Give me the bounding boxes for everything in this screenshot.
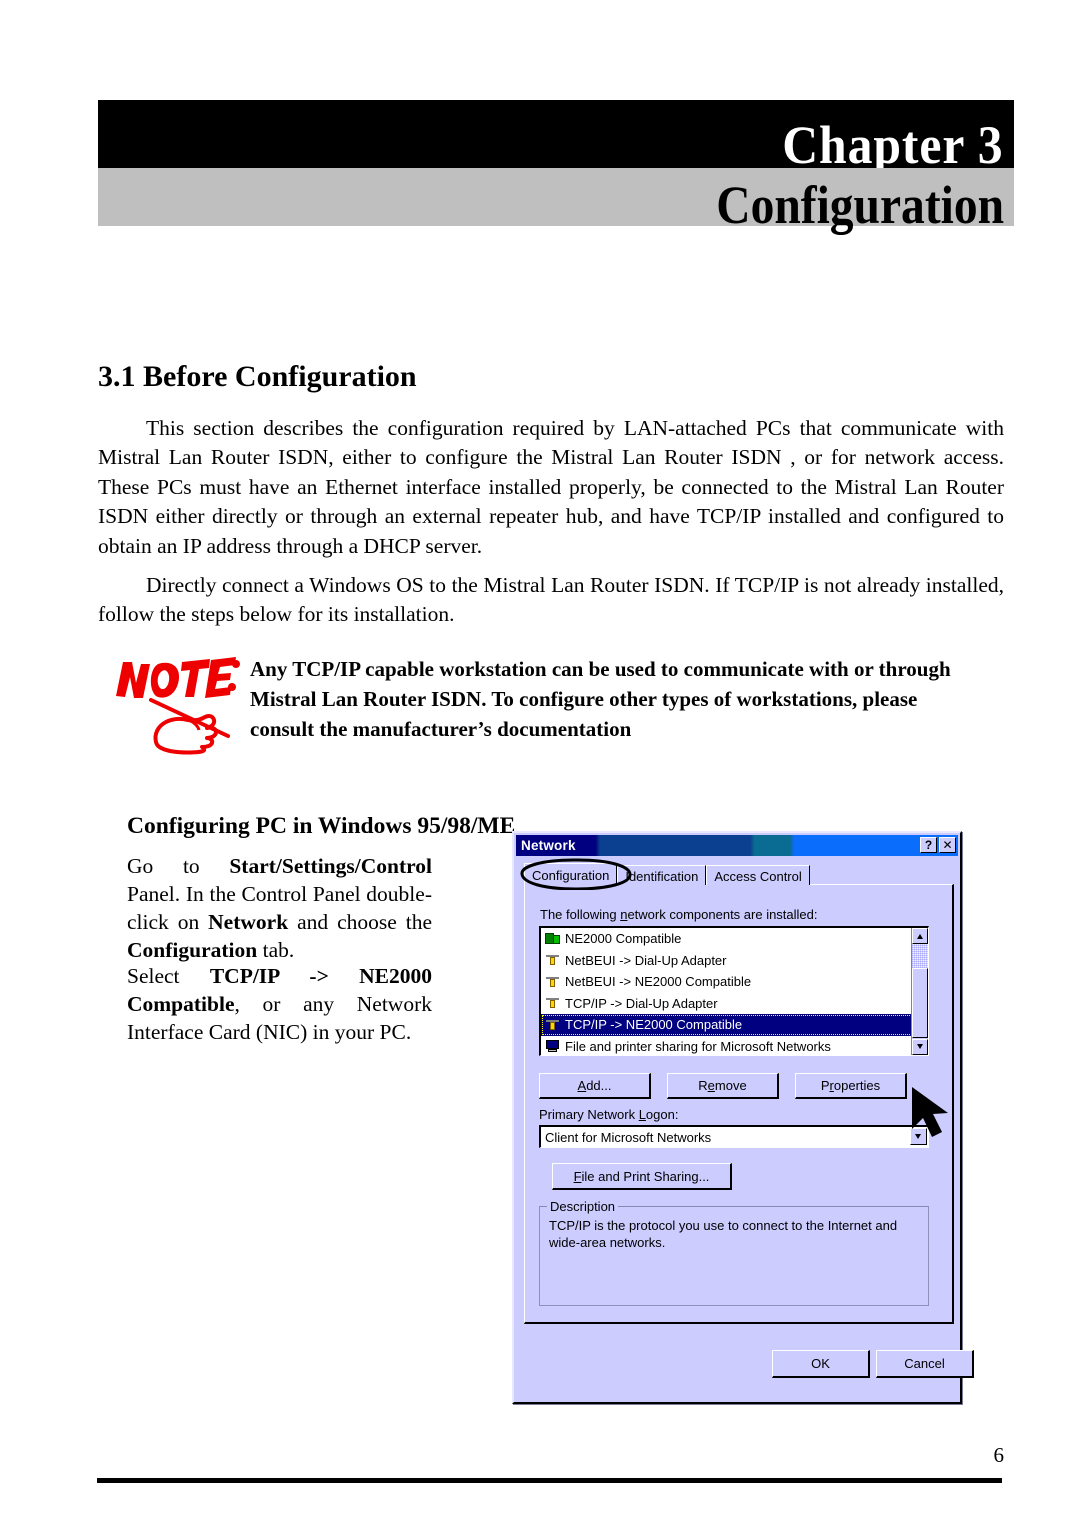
logon-label-pre: Primary Network — [539, 1107, 639, 1122]
emphasis-text: Configuration — [127, 937, 258, 962]
body-paragraph: Directly connect a Windows OS to the Mis… — [98, 572, 1004, 627]
file-print-sharing-button[interactable]: File and Print Sharing... — [552, 1163, 732, 1190]
body-paragraph: This section describes the configuration… — [98, 415, 1004, 558]
dialog-titlebar[interactable]: Network ? ✕ — [516, 835, 958, 856]
page-number: 6 — [993, 1443, 1005, 1467]
tab-access-control[interactable]: Access Control — [706, 865, 810, 885]
primary-logon-value: Client for Microsoft Networks — [545, 1129, 712, 1145]
list-item[interactable]: NetBEUI -> NE2000 Compatible — [541, 971, 913, 993]
network-card-icon — [544, 931, 561, 947]
list-item[interactable]: TCP/IP -> Dial-Up Adapter — [541, 993, 913, 1015]
list-item-label: NetBEUI -> Dial-Up Adapter — [565, 952, 727, 968]
plain-text: Go to — [127, 853, 230, 878]
plain-text: Select — [127, 963, 210, 988]
properties-button[interactable]: Properties — [795, 1073, 907, 1099]
network-dialog: Network ? ✕ Configuration Identification… — [512, 831, 974, 1404]
primary-logon-combobox[interactable]: Client for Microsoft Networks — [539, 1125, 929, 1148]
remove-button[interactable]: Remove — [667, 1073, 779, 1099]
step-paragraph: Go to Start/Settings/Control Panel. In t… — [127, 852, 432, 964]
protocol-icon — [544, 1017, 561, 1033]
close-icon[interactable]: ✕ — [939, 837, 956, 853]
list-item-label: TCP/IP -> NE2000 Compatible — [565, 1017, 743, 1033]
dialog-tabs: Configuration Identification Access Cont… — [524, 863, 810, 885]
add-button[interactable]: Add... — [539, 1073, 651, 1099]
cancel-button[interactable]: Cancel — [876, 1350, 974, 1378]
fps-accesskey: F — [573, 1168, 582, 1184]
protocol-icon — [544, 974, 561, 990]
remove-label-pre: R — [698, 1078, 708, 1093]
fps-label-post: ile and Print Sharing... — [581, 1168, 710, 1184]
add-label-post: dd... — [586, 1078, 612, 1093]
protocol-icon — [544, 995, 561, 1011]
step-paragraph: Select TCP/IP -> NE2000 Compatible, or a… — [127, 962, 432, 1046]
scrollbar-track[interactable] — [912, 944, 928, 968]
remove-accesskey: e — [707, 1078, 715, 1093]
section-heading: 3.1 Before Configuration — [98, 359, 417, 393]
scrollbar-thumb[interactable] — [912, 968, 928, 1038]
plain-text: tab. — [257, 937, 295, 962]
list-item-label: NetBEUI -> NE2000 Compatible — [565, 974, 752, 990]
list-item-label: NE2000 Compatible — [565, 931, 682, 947]
chapter-number-band: Chapter 3 — [98, 100, 1014, 172]
help-icon[interactable]: ? — [920, 837, 937, 853]
chapter-banner: Chapter 3 Configuration — [98, 100, 1014, 232]
properties-label-pre: P — [820, 1078, 830, 1093]
chapter-title: Configuration — [716, 175, 1004, 235]
note-line: Any TCP/IP capable workstation can be us… — [250, 657, 951, 681]
list-item[interactable]: NE2000 Compatible — [541, 928, 913, 950]
primary-logon-label: Primary Network Logon: — [539, 1107, 678, 1122]
note-line: consult the manufacturer’s documentation — [250, 717, 632, 741]
scroll-up-icon[interactable] — [912, 928, 928, 944]
titlebar-buttons: ? ✕ — [920, 837, 956, 853]
tab-identification[interactable]: Identification — [617, 865, 707, 885]
plain-text: and choose the — [288, 909, 432, 934]
chapter-number: Chapter 3 — [782, 115, 1004, 175]
logon-accesskey: L — [638, 1107, 646, 1122]
description-text: TCP/IP is the protocol you use to connec… — [549, 1218, 898, 1250]
note-text: Any TCP/IP capable workstation can be us… — [250, 654, 1005, 744]
network-components-listbox[interactable]: NE2000 Compatible NetBEUI -> Dial-Up Ada… — [539, 926, 929, 1056]
list-item[interactable]: NetBEUI -> Dial-Up Adapter — [541, 950, 913, 972]
add-accesskey: A — [577, 1078, 587, 1093]
pointer-arrow-annotation — [912, 1087, 948, 1137]
subsection-heading: Configuring PC in Windows 95/98/ME — [127, 812, 516, 839]
protocol-icon — [544, 952, 561, 968]
note-icon — [110, 650, 240, 755]
list-item-label: File and printer sharing for Microsoft N… — [565, 1038, 831, 1054]
components-label: The following network components are ins… — [540, 907, 818, 922]
emphasis-text: Network — [208, 909, 289, 934]
description-legend: Description — [547, 1199, 619, 1214]
dialog-title: Network — [521, 838, 576, 853]
ok-button[interactable]: OK — [772, 1350, 870, 1378]
scroll-down-icon[interactable] — [912, 1039, 928, 1055]
list-item[interactable]: File and printer sharing for Microsoft N… — [541, 1036, 913, 1056]
description-groupbox: Description TCP/IP is the protocol you u… — [539, 1199, 929, 1306]
components-label-pre: The following — [540, 907, 621, 922]
emphasis-text: Start/Settings/Control — [229, 853, 432, 878]
listbox-scrollbar[interactable] — [911, 928, 928, 1055]
listbox-items: NE2000 Compatible NetBEUI -> Dial-Up Ada… — [541, 928, 913, 1056]
plain-text: Panel — [127, 881, 175, 906]
logon-label-post: ogon: — [645, 1107, 679, 1122]
remove-label-post: move — [714, 1078, 747, 1093]
list-item-selected[interactable]: TCP/IP -> NE2000 Compatible — [541, 1014, 913, 1036]
list-item-label: TCP/IP -> Dial-Up Adapter — [565, 995, 718, 1011]
tab-configuration[interactable]: Configuration — [524, 863, 618, 885]
note-line: Mistral Lan Router ISDN. To configure ot… — [250, 687, 918, 711]
footer-rule — [97, 1478, 1002, 1483]
file-sharing-icon — [544, 1038, 561, 1054]
chapter-title-band: Configuration — [98, 168, 1014, 232]
properties-label-post: operties — [833, 1078, 881, 1093]
components-label-post: etwork components are installed: — [627, 907, 818, 922]
